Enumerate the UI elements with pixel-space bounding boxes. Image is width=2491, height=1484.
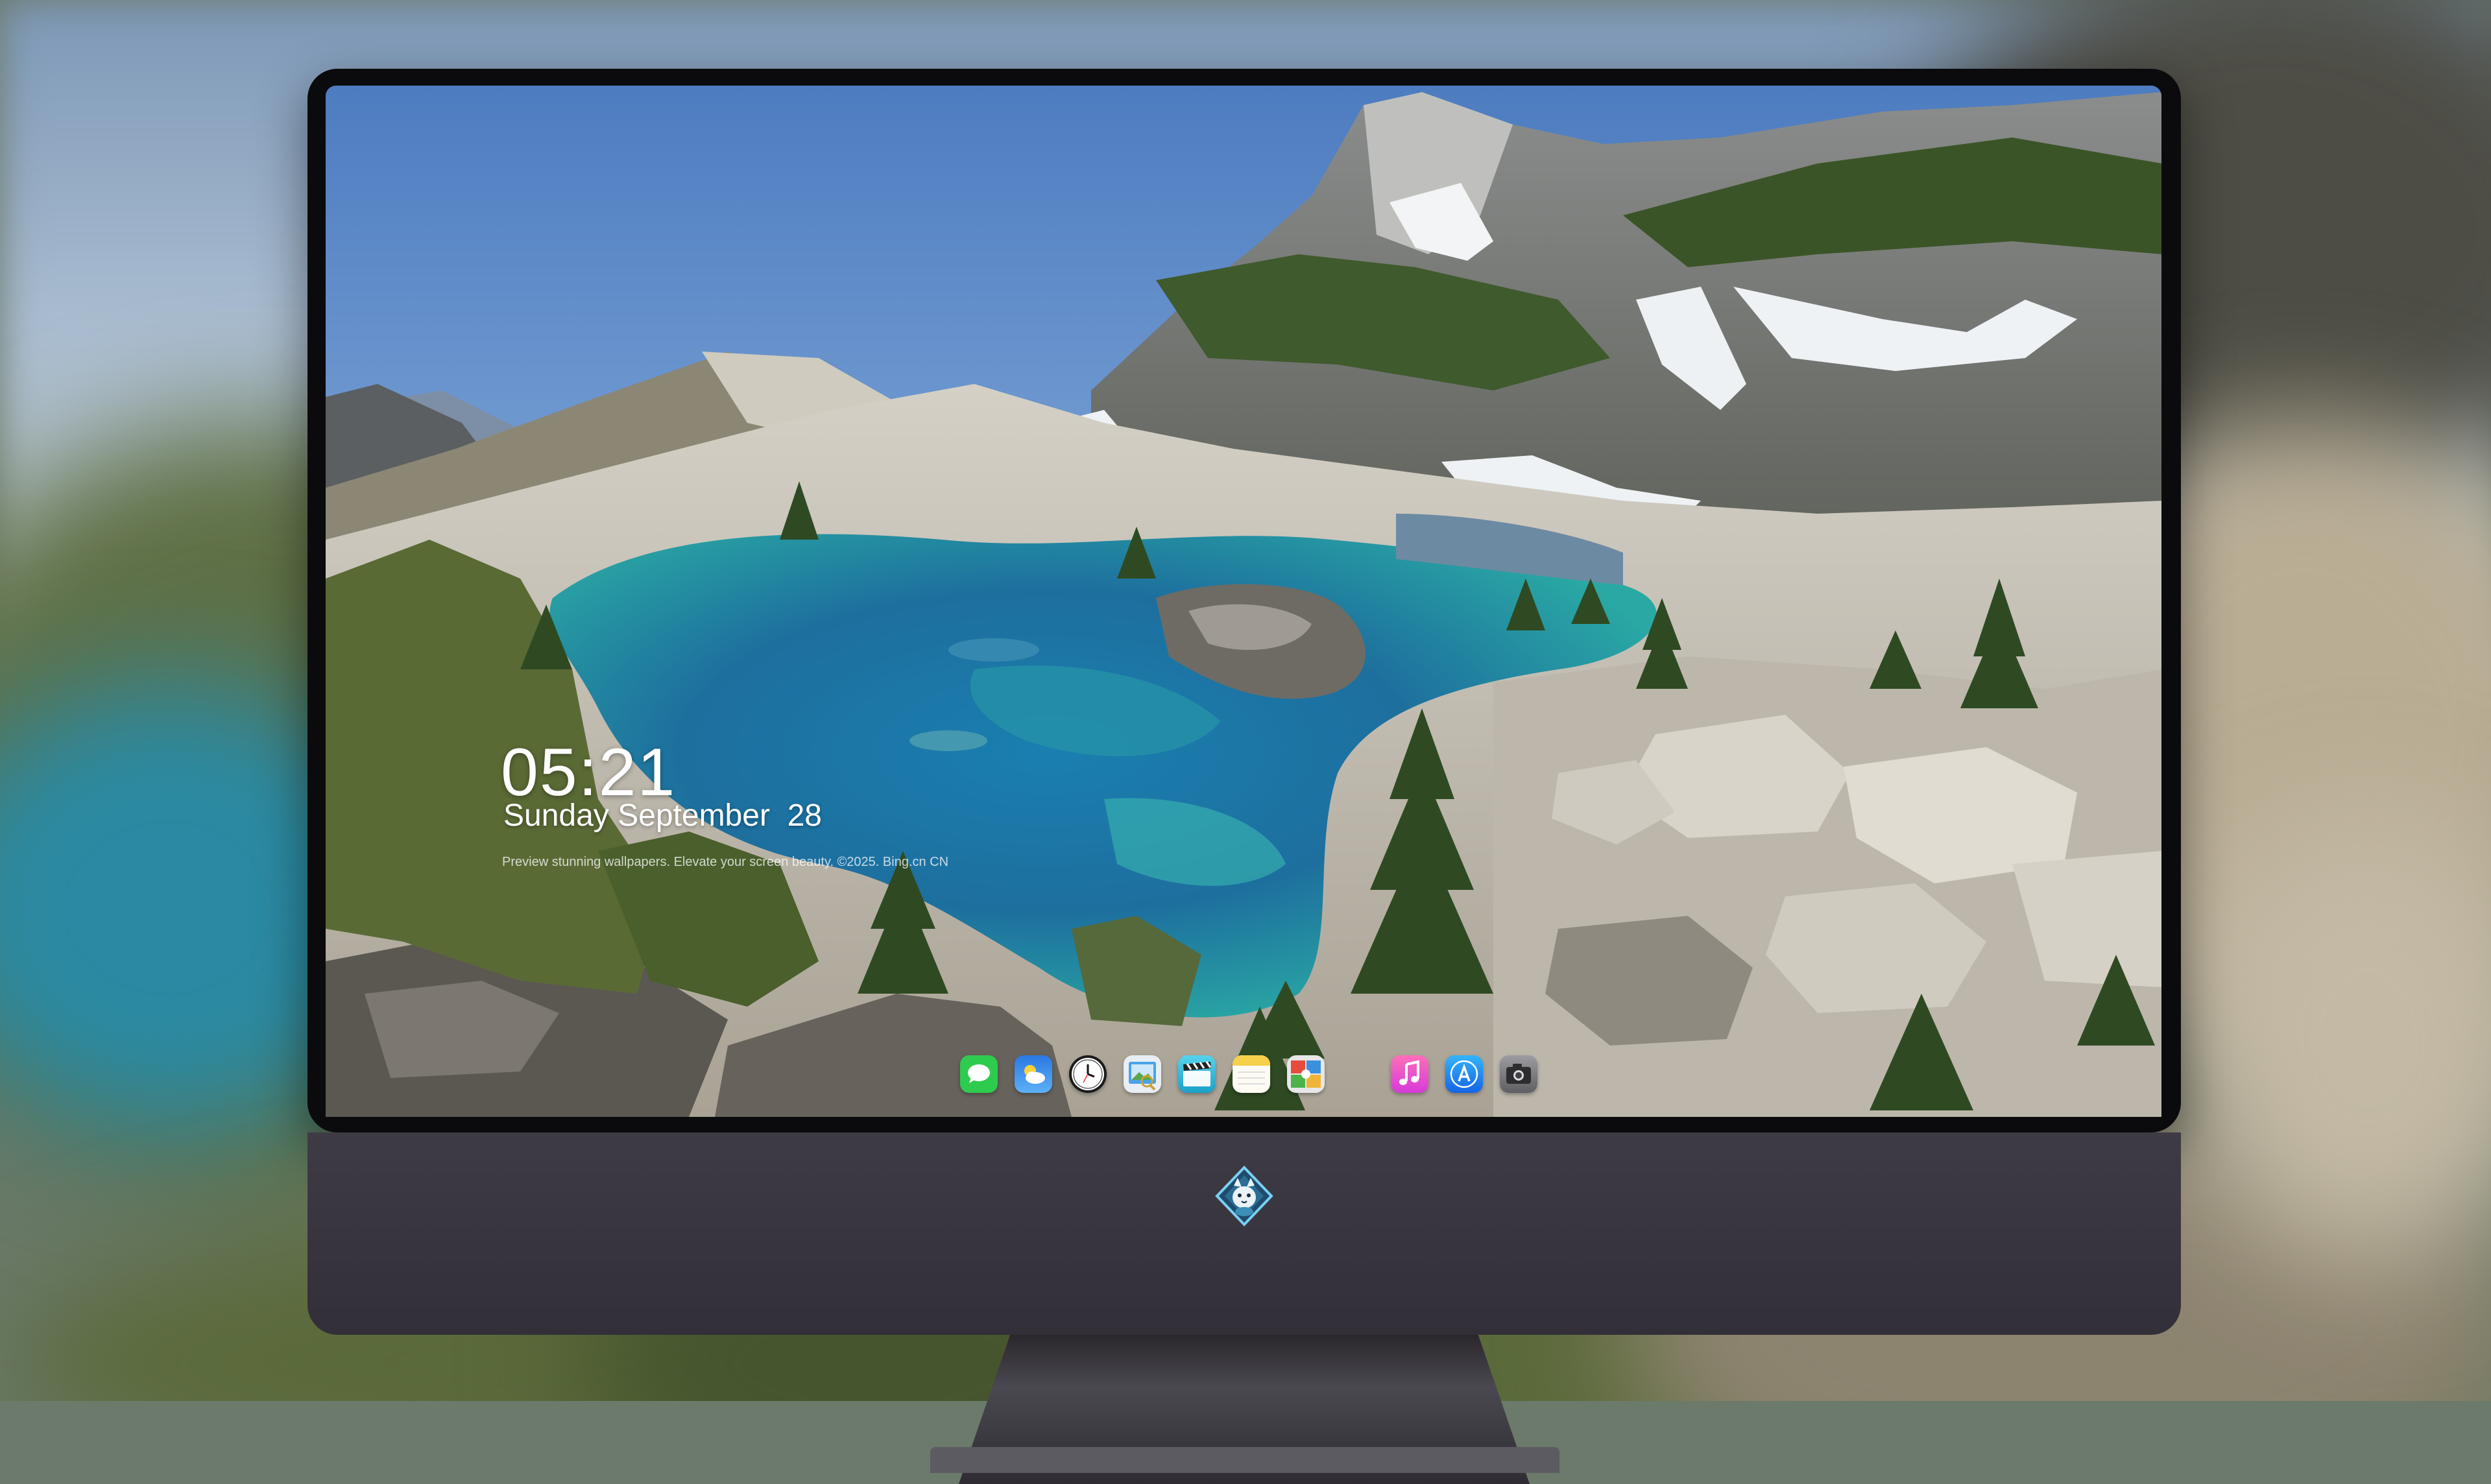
dock [960,1048,1537,1100]
weather-icon[interactable] [1015,1055,1052,1093]
preview-icon[interactable] [1124,1055,1161,1093]
wolf-mascot-logo [1215,1166,1273,1227]
messages-icon[interactable] [960,1055,998,1093]
camera-icon[interactable] [1500,1055,1537,1093]
wallpaper-caption[interactable]: Preview stunning wallpapers. Elevate you… [502,855,948,870]
monitor: 05:21 Sunday September 28 Preview stunni… [307,69,2181,1484]
screen: 05:21 Sunday September 28 Preview stunni… [326,86,2161,1117]
app-store-icon[interactable] [1445,1055,1483,1093]
clock-icon[interactable] [1069,1055,1107,1093]
lock-screen-date: Sunday September 28 [503,798,822,833]
monitor-chin [307,1132,2181,1335]
music-icon[interactable] [1391,1055,1428,1093]
clapperboard-icon[interactable] [1178,1055,1216,1093]
wallpaper [326,86,2161,1117]
gallery-icon[interactable] [1287,1055,1325,1093]
monitor-stand-base [930,1447,1559,1473]
notes-icon[interactable] [1233,1055,1270,1093]
